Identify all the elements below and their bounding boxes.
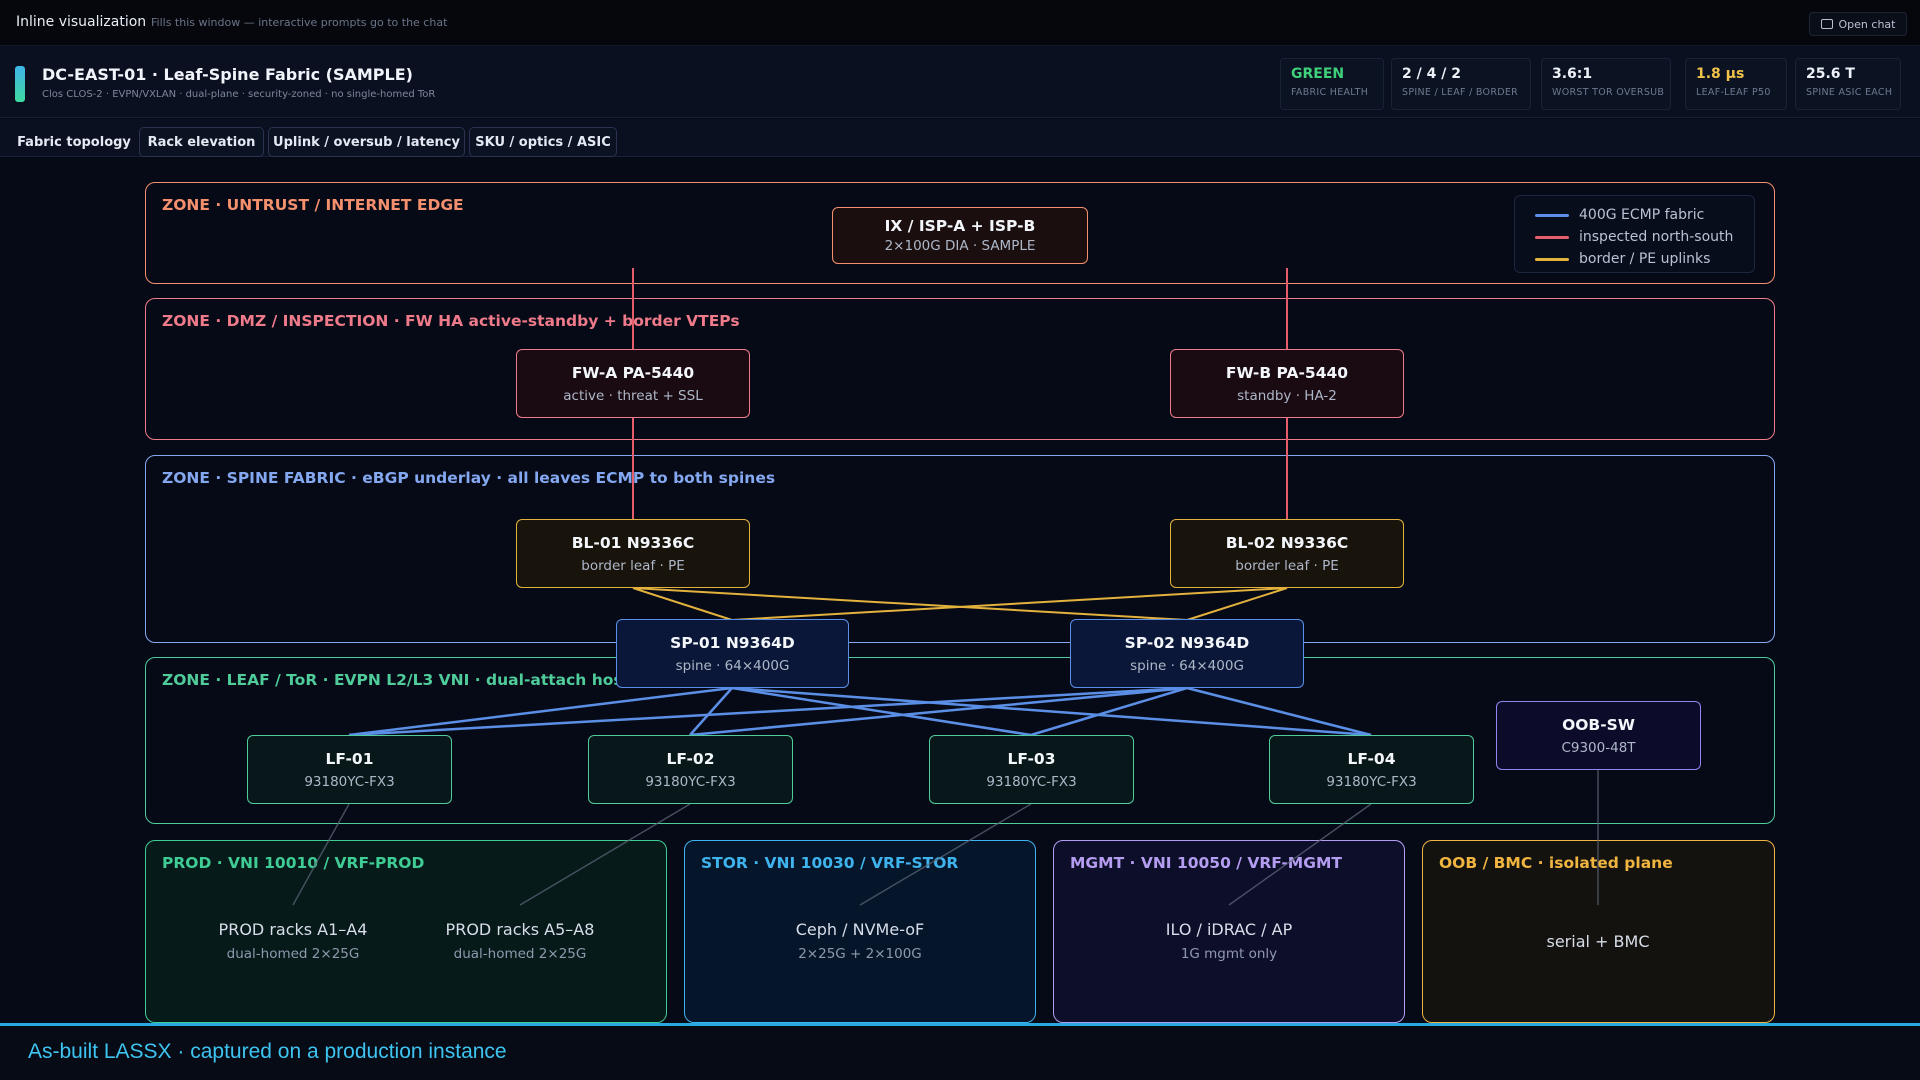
legend-item: 400G ECMP fabric [1535, 207, 1704, 223]
node-sp-01[interactable]: SP-01 N9364D spine · 64×400G [616, 619, 849, 688]
link-lf04-mgmt [1228, 803, 1372, 906]
node-sub: border leaf · PE [1235, 557, 1339, 574]
node-name: SP-02 N9364D [1124, 633, 1250, 652]
node-bl-02[interactable]: BL-02 N9336C border leaf · PE [1170, 519, 1404, 588]
link-lf01-prod-a [292, 803, 350, 906]
node-sub: spine · 64×400G [675, 657, 790, 674]
segment-item-name: PROD racks A5–A8 [445, 920, 595, 939]
node-sub: 93180YC-FX3 [1326, 773, 1417, 790]
node-name: LF-01 [325, 749, 374, 768]
node-name: BL-02 N9336C [1225, 533, 1349, 552]
segment-prod-racks-a1-a4[interactable]: PROD racks A1–A4 dual-homed 2×25G [193, 920, 393, 962]
node-name: FW-B PA-5440 [1225, 363, 1349, 382]
segment-item-sub: 2×25G + 2×100G [798, 946, 922, 962]
segment-item-name: serial + BMC [1546, 932, 1650, 951]
node-lf-02[interactable]: LF-02 93180YC-FX3 [588, 735, 793, 804]
node-sub: 93180YC-FX3 [645, 773, 736, 790]
link-layer [292, 268, 1599, 906]
node-fw-b[interactable]: FW-B PA-5440 standby · HA-2 [1170, 349, 1404, 418]
link-lf03-stor [859, 803, 1032, 906]
legend-swatch-blue [1535, 213, 1569, 217]
legend-label: inspected north-south [1579, 229, 1734, 245]
node-lf-03[interactable]: LF-03 93180YC-FX3 [929, 735, 1134, 804]
segment-oob-serial-bmc[interactable]: serial + BMC [1498, 932, 1698, 951]
node-bl-01[interactable]: BL-01 N9336C border leaf · PE [516, 519, 750, 588]
legend: 400G ECMP fabric inspected north-south b… [1514, 195, 1755, 273]
node-name: LF-02 [666, 749, 715, 768]
node-name: BL-01 N9336C [571, 533, 695, 552]
node-lf-04[interactable]: LF-04 93180YC-FX3 [1269, 735, 1474, 804]
link-sp01-lf02 [689, 687, 733, 736]
node-oob-sw[interactable]: OOB-SW C9300-48T [1496, 701, 1701, 770]
legend-label: border / PE uplinks [1579, 251, 1711, 267]
node-isp[interactable]: IX / ISP-A + ISP-B 2×100G DIA · SAMPLE [832, 207, 1088, 264]
node-sub: spine · 64×400G [1130, 657, 1244, 674]
segment-prod-racks-a5-a8[interactable]: PROD racks A5–A8 dual-homed 2×25G [420, 920, 620, 962]
link-sp01-lf01 [348, 686, 733, 737]
segment-stor-ceph[interactable]: Ceph / NVMe-oF 2×25G + 2×100G [760, 920, 960, 962]
node-name: FW-A PA-5440 [571, 363, 695, 382]
node-fw-a[interactable]: FW-A PA-5440 active · threat + SSL [516, 349, 750, 418]
node-name: LF-03 [1007, 749, 1056, 768]
node-sub: active · threat + SSL [563, 387, 703, 404]
node-sub: 93180YC-FX3 [986, 773, 1077, 790]
node-name: IX / ISP-A + ISP-B [884, 217, 1036, 235]
segment-item-name: Ceph / NVMe-oF [795, 920, 925, 939]
node-name: OOB-SW [1562, 715, 1635, 734]
node-sub: border leaf · PE [581, 557, 685, 574]
node-sub: 93180YC-FX3 [304, 773, 395, 790]
node-sub: standby · HA-2 [1237, 387, 1337, 404]
segment-item-sub: 1G mgmt only [1180, 946, 1278, 962]
segment-item-name: PROD racks A1–A4 [218, 920, 368, 939]
segment-item-sub: dual-homed 2×25G [226, 946, 360, 962]
legend-item: inspected north-south [1535, 229, 1733, 245]
node-lf-01[interactable]: LF-01 93180YC-FX3 [247, 735, 452, 804]
segment-mgmt-ilo[interactable]: ILO / iDRAC / AP 1G mgmt only [1129, 920, 1329, 962]
footer-caption: As-built LASSX · captured on a productio… [28, 1040, 507, 1063]
node-sp-02[interactable]: SP-02 N9364D spine · 64×400G [1070, 619, 1304, 688]
legend-swatch-red [1535, 235, 1569, 239]
link-lf02-prod-b [519, 803, 691, 906]
legend-swatch-yellow [1535, 257, 1569, 261]
node-sub: C9300-48T [1561, 739, 1636, 756]
node-name: LF-04 [1347, 749, 1396, 768]
segment-item-sub: dual-homed 2×25G [453, 946, 587, 962]
node-name: SP-01 N9364D [670, 633, 795, 652]
legend-label: 400G ECMP fabric [1579, 207, 1705, 223]
node-sub: 2×100G DIA · SAMPLE [884, 238, 1036, 254]
legend-item: border / PE uplinks [1535, 251, 1710, 267]
segment-item-name: ILO / iDRAC / AP [1165, 920, 1293, 939]
